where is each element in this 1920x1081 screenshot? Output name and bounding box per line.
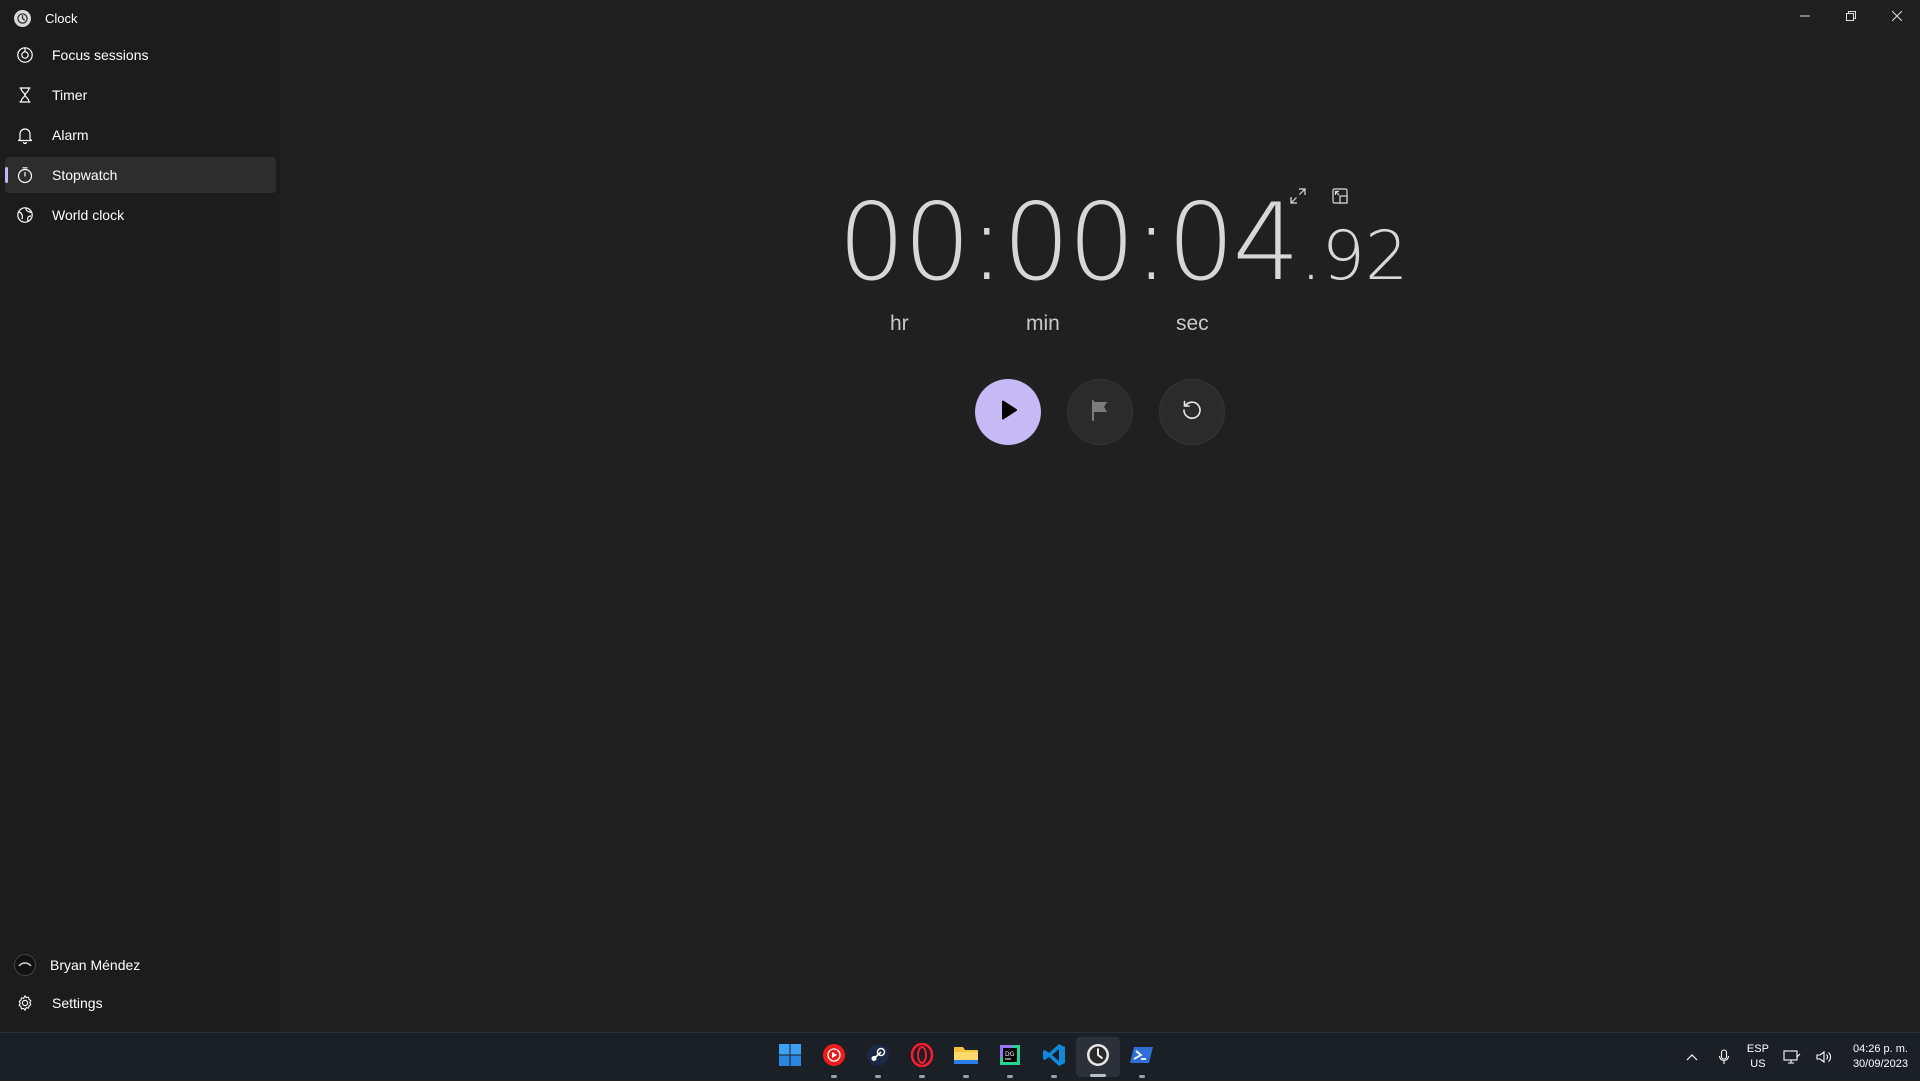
file-explorer-icon (953, 1043, 979, 1072)
taskbar-vscode[interactable] (1032, 1033, 1076, 1081)
taskbar-powershell[interactable] (1120, 1033, 1164, 1081)
account-button[interactable]: Bryan Méndez (5, 946, 276, 984)
flag-icon (1089, 399, 1111, 426)
clock-window: Clock Focus sessions Timer Alarm Stopwat… (0, 0, 1920, 1032)
sidebar-item-label: Stopwatch (52, 167, 118, 183)
youtube-music-icon (822, 1043, 846, 1072)
play-icon (996, 398, 1020, 427)
account-name: Bryan Méndez (50, 957, 141, 973)
running-indicator (831, 1075, 837, 1078)
sidebar-item-world-clock[interactable]: World clock (5, 197, 276, 233)
bell-icon (16, 126, 34, 144)
taskbar-clock[interactable] (1076, 1037, 1120, 1077)
stopwatch-time-fraction: .92 (1300, 217, 1409, 296)
sidebar-item-label: World clock (52, 207, 125, 223)
volume-icon[interactable] (1815, 1048, 1833, 1066)
focus-icon (16, 46, 34, 64)
taskbar-file-explorer[interactable] (944, 1033, 988, 1081)
windows-start-icon (778, 1043, 802, 1072)
app-title: Clock (45, 10, 78, 26)
stopwatch-controls (975, 379, 1225, 445)
reset-button[interactable] (1159, 379, 1225, 445)
stopwatch-time: 00:00:04 .92 (838, 190, 1408, 310)
avatar (14, 954, 36, 976)
running-indicator (963, 1075, 969, 1078)
datagrip-icon: DG (998, 1043, 1022, 1072)
taskbar-start[interactable] (768, 1033, 812, 1081)
sidebar-item-timer[interactable]: Timer (5, 77, 276, 113)
stopwatch-icon (16, 166, 34, 184)
language-indicator[interactable]: ESP US (1747, 1042, 1769, 1072)
running-indicator (1051, 1075, 1057, 1078)
sidebar-item-label: Alarm (52, 127, 89, 143)
taskbar-date: 30/09/2023 (1852, 1058, 1908, 1070)
gear-icon (16, 994, 34, 1012)
network-icon[interactable] (1783, 1048, 1801, 1066)
chevron-up-icon[interactable] (1683, 1048, 1701, 1066)
taskbar: DG ESP US 04:26 p. m. 30/09/2023 (0, 1032, 1920, 1080)
sidebar-item-alarm[interactable]: Alarm (5, 117, 276, 153)
settings-label: Settings (52, 995, 103, 1011)
close-button[interactable] (1874, 0, 1920, 32)
taskbar-clock-readout[interactable]: 04:26 p. m. 30/09/2023 (1853, 1042, 1908, 1072)
sidebar-item-focus-sessions[interactable]: Focus sessions (5, 37, 276, 73)
taskbar-apps: DG (768, 1033, 1164, 1081)
clock-app-icon (1086, 1043, 1110, 1072)
sidebar-nav: Focus sessions Timer Alarm Stopwatch Wor… (5, 37, 276, 237)
keyboard-layout: US (1750, 1058, 1766, 1070)
vscode-icon (1042, 1043, 1066, 1072)
sidebar-item-label: Timer (52, 87, 88, 103)
sidebar: Clock Focus sessions Timer Alarm Stopwat… (0, 0, 282, 1032)
language-code: ESP (1746, 1043, 1769, 1055)
unit-min: min (1026, 312, 1060, 335)
microphone-icon[interactable] (1715, 1048, 1733, 1066)
minimize-button[interactable] (1782, 0, 1828, 32)
clock-app-icon (14, 9, 31, 27)
reset-icon (1180, 398, 1204, 427)
taskbar-opera[interactable] (900, 1033, 944, 1081)
opera-icon (910, 1042, 934, 1072)
sidebar-footer: Bryan Méndez Settings (5, 946, 276, 1022)
start-button[interactable] (975, 379, 1041, 445)
system-tray: ESP US 04:26 p. m. 30/09/2023 (1683, 1033, 1908, 1081)
sidebar-item-label: Focus sessions (52, 47, 149, 63)
running-indicator (919, 1075, 925, 1078)
active-indicator (1090, 1074, 1106, 1077)
taskbar-datagrip[interactable]: DG (988, 1033, 1032, 1081)
title-bar: Clock (14, 8, 78, 28)
steam-icon (866, 1043, 890, 1072)
running-indicator (1007, 1075, 1013, 1078)
settings-button[interactable]: Settings (5, 984, 276, 1022)
restore-button[interactable] (1828, 0, 1874, 32)
lap-button[interactable] (1067, 379, 1133, 445)
running-indicator (875, 1075, 881, 1078)
sidebar-item-stopwatch[interactable]: Stopwatch (5, 157, 276, 193)
powershell-icon (1130, 1043, 1154, 1072)
stopwatch-time-main: 00:00:04 (838, 181, 1300, 304)
unit-hr: hr (890, 312, 909, 335)
taskbar-youtube-music[interactable] (812, 1033, 856, 1081)
hourglass-icon (16, 86, 34, 104)
globe-icon (16, 206, 34, 224)
taskbar-steam[interactable] (856, 1033, 900, 1081)
window-controls (1782, 0, 1920, 32)
svg-text:DG: DG (1005, 1051, 1015, 1058)
running-indicator (1139, 1075, 1145, 1078)
taskbar-time: 04:26 p. m. (1852, 1043, 1908, 1055)
unit-sec: sec (1176, 312, 1209, 335)
